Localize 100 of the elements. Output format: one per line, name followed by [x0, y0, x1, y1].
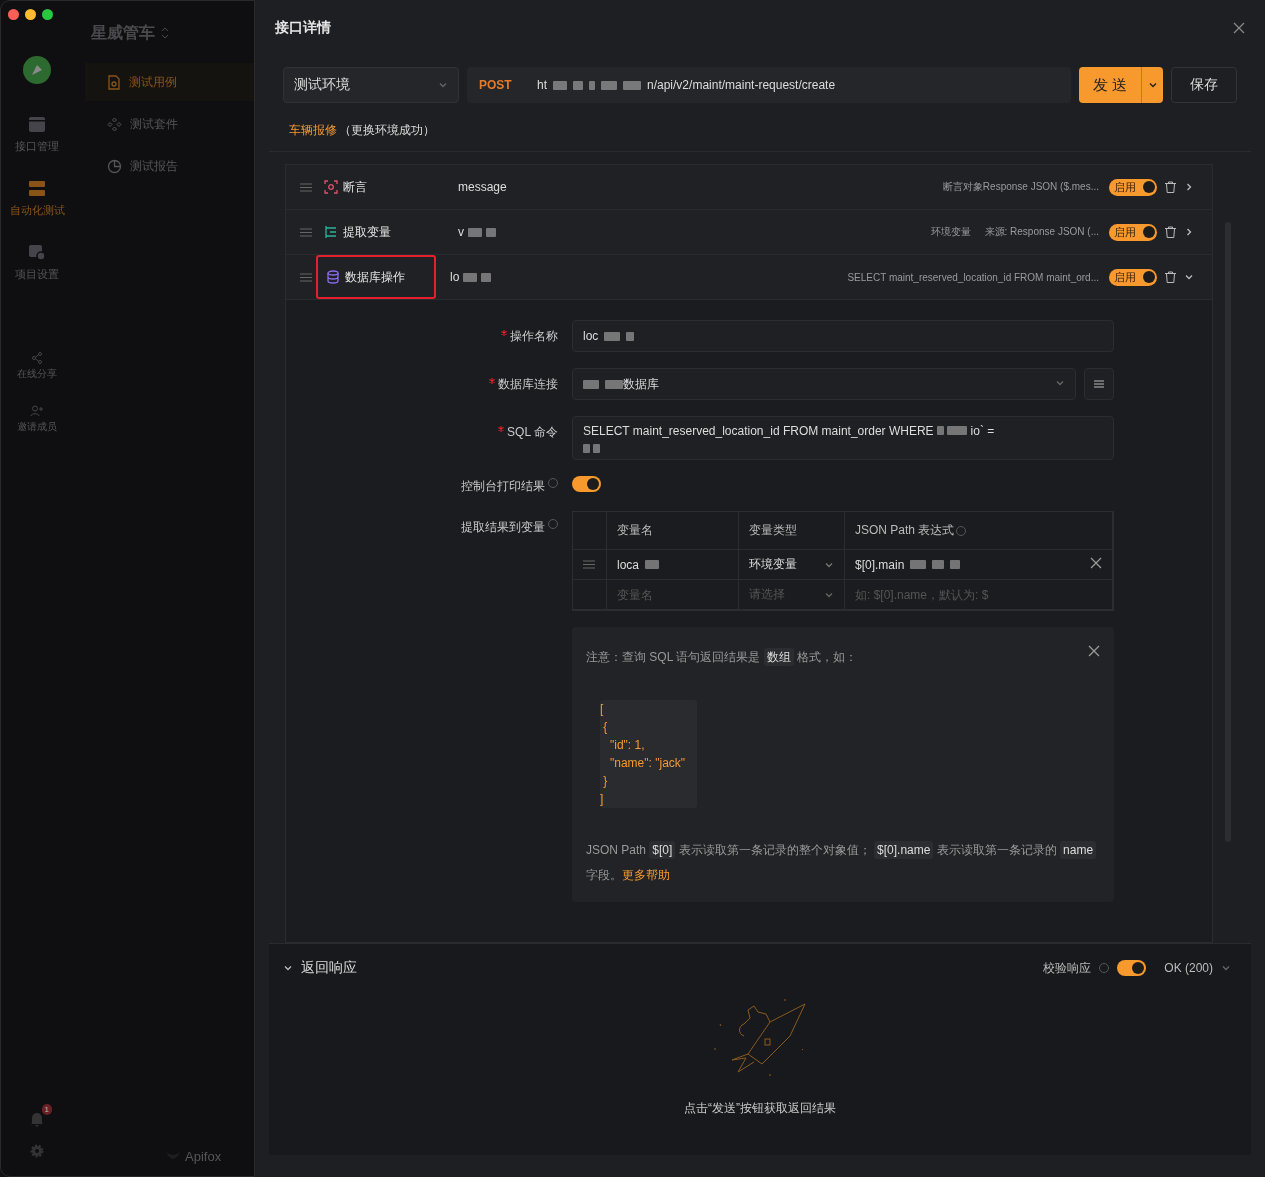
column-header: JSON Path 表达式: [855, 522, 955, 539]
share-icon: [31, 352, 43, 364]
blurred-text: [601, 80, 617, 90]
stack-icon: [28, 180, 46, 197]
type-select[interactable]: 环境变量: [739, 550, 845, 580]
validate-switch[interactable]: [1117, 960, 1147, 976]
processor-summary: 断言对象Response JSON ($.mes...: [942, 180, 1099, 194]
trash-icon[interactable]: [1165, 226, 1176, 238]
input-field[interactable]: loc: [572, 320, 1114, 352]
more-help-link[interactable]: 更多帮助: [622, 868, 670, 882]
chevron-down-icon: [1221, 963, 1231, 973]
note-text: 注意：查询 SQL 语句返回结果是 数组 格式，如：: [586, 647, 858, 668]
blurred-text: [481, 272, 492, 282]
updown-icon: [161, 27, 169, 39]
brand-name: Apifox: [185, 1149, 222, 1164]
drag-handle-icon: [300, 272, 312, 282]
blurred-text: [936, 426, 944, 435]
menu-icon: [1094, 380, 1104, 388]
status-text: （更换环境成功）: [339, 122, 435, 139]
close-button[interactable]: [1088, 645, 1100, 657]
required-mark-icon: [489, 378, 495, 384]
column-header: 变量类型: [749, 522, 797, 539]
enable-switch[interactable]: 启用: [1109, 178, 1157, 196]
field-label: 提取结果到变量: [461, 519, 545, 536]
field-label: 数据库连接: [498, 376, 558, 393]
processor-value: v: [458, 225, 678, 239]
close-window-button[interactable]: [8, 9, 19, 20]
processor-row[interactable]: 断言 message 断言对象Response JSON ($.mes... 启用: [286, 164, 1212, 209]
target-icon: [324, 180, 338, 194]
blurred-text: [910, 560, 927, 569]
table-cell[interactable]: $[0].main: [855, 557, 905, 572]
save-button[interactable]: 保存: [1171, 67, 1237, 103]
blurred-text: [947, 426, 968, 435]
add-user-icon: [30, 405, 44, 417]
diamonds-icon: [107, 116, 122, 132]
processor-name: 数据库操作: [345, 268, 405, 286]
notification-badge: 1: [41, 1104, 52, 1115]
remove-icon: [1090, 557, 1102, 569]
blurred-text: [463, 272, 478, 282]
chevron-down-icon: [438, 80, 448, 90]
blurred-text: [486, 227, 496, 237]
processor-summary: 来源: Response JSON (...: [984, 225, 1099, 239]
empty-message: 点击“发送”按钮获取返回结果: [684, 1100, 836, 1117]
project-avatar[interactable]: [23, 56, 51, 84]
chevron-down-icon: [1184, 272, 1194, 282]
blurred-text: [553, 80, 567, 90]
blurred-text: [583, 379, 599, 389]
blurred-text: [626, 331, 635, 341]
field-label: 操作名称: [510, 328, 558, 345]
field-label: 控制台打印结果: [461, 478, 545, 495]
calendar-icon: [28, 116, 46, 133]
database-icon: [326, 270, 340, 284]
chevron-right-icon: [1184, 182, 1194, 192]
url-field[interactable]: POST ht n/api/v2/maint/maint-request/create: [467, 67, 1071, 103]
validate-label: 校验响应: [1043, 959, 1092, 977]
blurred-text: [623, 80, 641, 90]
blurred-text: [605, 379, 623, 389]
breadcrumb-link[interactable]: 车辆报修: [289, 122, 337, 139]
trash-icon[interactable]: [1165, 181, 1176, 193]
sql-field[interactable]: SELECT maint_reserved_location_id FROM maint_order WHERE io` =: [572, 416, 1114, 460]
status-select[interactable]: OK (200): [1164, 961, 1213, 975]
enable-switch[interactable]: 启用: [1109, 223, 1157, 241]
print-switch[interactable]: [572, 476, 601, 492]
pie-chart-icon: [107, 158, 122, 174]
processor-summary: SELECT maint_reserved_location_id FROM maint_ord...: [847, 271, 1099, 283]
menu-button[interactable]: [1084, 368, 1114, 400]
table-cell[interactable]: loca: [617, 557, 639, 572]
chevron-down-icon: [283, 963, 293, 973]
minimize-window-button[interactable]: [25, 9, 36, 20]
drag-handle-icon: [300, 182, 312, 192]
document-icon: [107, 74, 121, 90]
help-text: JSON Path $[0] 表示读取第一条记录的整个对象值； $[0].name 表示读取第一条记录的 name 字段。更多帮助: [586, 838, 1100, 888]
select-field[interactable]: 数据库: [572, 368, 1076, 400]
bracket-list-icon: [324, 225, 338, 239]
trash-icon[interactable]: [1165, 271, 1176, 283]
enable-switch[interactable]: 启用: [1109, 268, 1157, 286]
processor-name: 提取变量: [343, 223, 391, 241]
code-sample: [ { "id": 1, "name": "jack" } ]: [600, 700, 697, 808]
window-gear-icon: [28, 244, 46, 261]
chevron-right-icon: [1184, 227, 1194, 237]
blurred-text: [950, 560, 961, 569]
processor-row[interactable]: 提取变量 v 环境变量 来源: Response JSON (... 启用: [286, 209, 1212, 254]
blurred-text: [468, 227, 482, 237]
drag-handle-icon: [583, 560, 595, 569]
processor-row[interactable]: 数据库操作 lo SELECT maint_reserved_location_id FROM maint_ord... 启用: [286, 254, 1212, 299]
caret-icon: [1148, 81, 1157, 89]
processor-value: lo: [450, 270, 670, 284]
environment-select[interactable]: 测试环境: [283, 67, 459, 103]
maximize-window-button[interactable]: [42, 9, 53, 20]
close-button[interactable]: [1233, 22, 1245, 34]
drag-handle-icon: [300, 227, 312, 237]
processor-value: message: [458, 180, 508, 194]
blurred-text: [645, 560, 659, 569]
processor-summary: 环境变量: [930, 225, 971, 239]
drawer-title: 接口详情: [275, 19, 331, 37]
blurred-text: [932, 560, 945, 569]
chevron-down-icon: [1055, 378, 1065, 388]
processor-name: 断言: [343, 178, 367, 196]
column-header: 变量名: [617, 522, 653, 539]
section-title[interactable]: 返回响应: [301, 959, 357, 977]
